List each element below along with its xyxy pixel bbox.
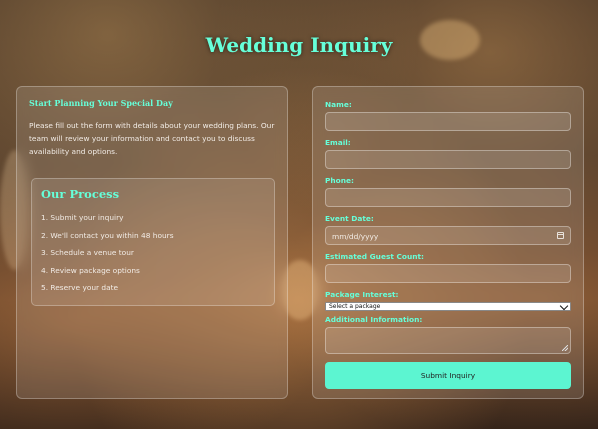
- event-date-field[interactable]: mm/dd/yyyy: [325, 226, 571, 245]
- process-step: 1. Submit your inquiry: [41, 213, 124, 222]
- page-title: Wedding Inquiry: [205, 33, 393, 57]
- chevron-down-icon[interactable]: [559, 301, 569, 311]
- phone-field[interactable]: [325, 188, 571, 207]
- submit-inquiry-button[interactable]: Submit Inquiry: [325, 362, 571, 389]
- calendar-icon[interactable]: [557, 232, 564, 239]
- info-intro: Please fill out the form with details ab…: [29, 121, 275, 156]
- email-group: Email:: [325, 138, 571, 169]
- event-date-placeholder: mm/dd/yyyy: [332, 232, 379, 241]
- process-heading: Our Process: [41, 187, 120, 201]
- event-date-group: Event Date: mm/dd/yyyy: [325, 214, 571, 245]
- guest-count-label: Estimated Guest Count:: [325, 252, 424, 261]
- inquiry-form: Name: Email: Phone: Event Date: mm/dd/yy…: [312, 86, 584, 399]
- process-step: 2. We'll contact you within 48 hours: [41, 230, 174, 240]
- resize-handle-icon[interactable]: [562, 345, 568, 351]
- name-field[interactable]: [325, 112, 571, 131]
- additional-info-label: Additional Information:: [325, 315, 423, 324]
- info-panel: Start Planning Your Special Day Please f…: [16, 86, 288, 399]
- process-step: 5. Reserve your date: [41, 283, 119, 292]
- phone-label: Phone:: [325, 176, 354, 185]
- additional-info-textarea[interactable]: [325, 327, 571, 354]
- email-label: Email:: [325, 138, 351, 147]
- event-date-label: Event Date:: [325, 214, 374, 223]
- package-select[interactable]: Select a package: [325, 301, 571, 311]
- package-group: Package Interest: Select a package: [325, 290, 571, 311]
- package-selected-value: Select a package: [329, 303, 381, 310]
- additional-info-group: Additional Information:: [325, 315, 571, 354]
- name-group: Name:: [325, 100, 571, 131]
- process-step: 3. Schedule a venue tour: [41, 248, 134, 257]
- process-steps: 1. Submit your inquiry 2. We'll contact …: [41, 209, 265, 297]
- package-label: Package Interest:: [325, 290, 399, 299]
- process-step: 4. Review package options: [41, 265, 140, 275]
- guest-count-field[interactable]: [325, 264, 571, 283]
- name-label: Name:: [325, 100, 352, 109]
- info-heading: Start Planning Your Special Day: [29, 98, 173, 108]
- process-box: Our Process 1. Submit your inquiry 2. We…: [31, 178, 275, 306]
- phone-group: Phone:: [325, 176, 571, 207]
- guest-count-group: Estimated Guest Count:: [325, 252, 571, 283]
- email-field[interactable]: [325, 150, 571, 169]
